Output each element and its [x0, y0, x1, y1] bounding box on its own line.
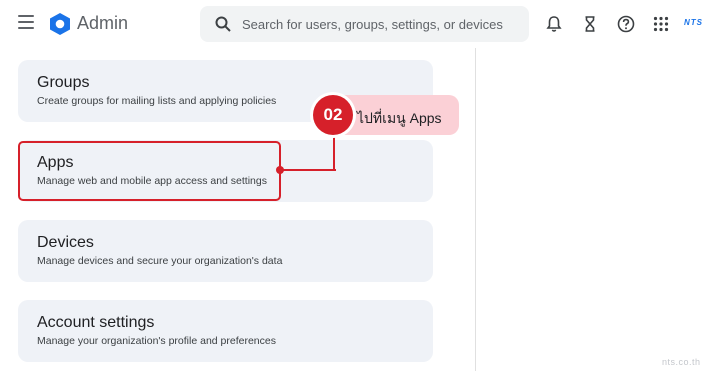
- card-account-settings[interactable]: Account settings Manage your organizatio…: [18, 300, 433, 362]
- search-bar[interactable]: [200, 6, 529, 42]
- card-devices[interactable]: Devices Manage devices and secure your o…: [18, 220, 433, 282]
- watermark: nts.co.th: [662, 357, 701, 367]
- bell-icon[interactable]: [544, 14, 564, 34]
- admin-logo-icon[interactable]: [49, 12, 71, 36]
- brand-logo[interactable]: NTS: [684, 18, 703, 27]
- search-icon[interactable]: [214, 15, 232, 33]
- search-input[interactable]: [242, 6, 522, 42]
- menu-icon[interactable]: [18, 15, 34, 29]
- annotation-text: ไปที่เมนู Apps: [357, 110, 442, 126]
- card-description: Manage devices and secure your organizat…: [37, 255, 283, 267]
- annotation-connector-line: [283, 169, 336, 171]
- card-title: Account settings: [37, 314, 155, 331]
- card-description: Create groups for mailing lists and appl…: [37, 95, 277, 107]
- hourglass-icon[interactable]: [580, 14, 600, 34]
- card-title: Groups: [37, 74, 90, 91]
- card-description: Manage your organization's profile and p…: [37, 335, 276, 347]
- apps-highlight-box: [18, 141, 281, 201]
- panel-divider: [475, 48, 476, 371]
- help-icon[interactable]: [616, 14, 636, 34]
- top-bar: Admin NTS: [0, 0, 720, 48]
- step-badge: 02: [313, 95, 353, 135]
- apps-grid-icon[interactable]: [651, 14, 671, 34]
- card-title: Devices: [37, 234, 94, 251]
- app-title[interactable]: Admin: [77, 13, 128, 34]
